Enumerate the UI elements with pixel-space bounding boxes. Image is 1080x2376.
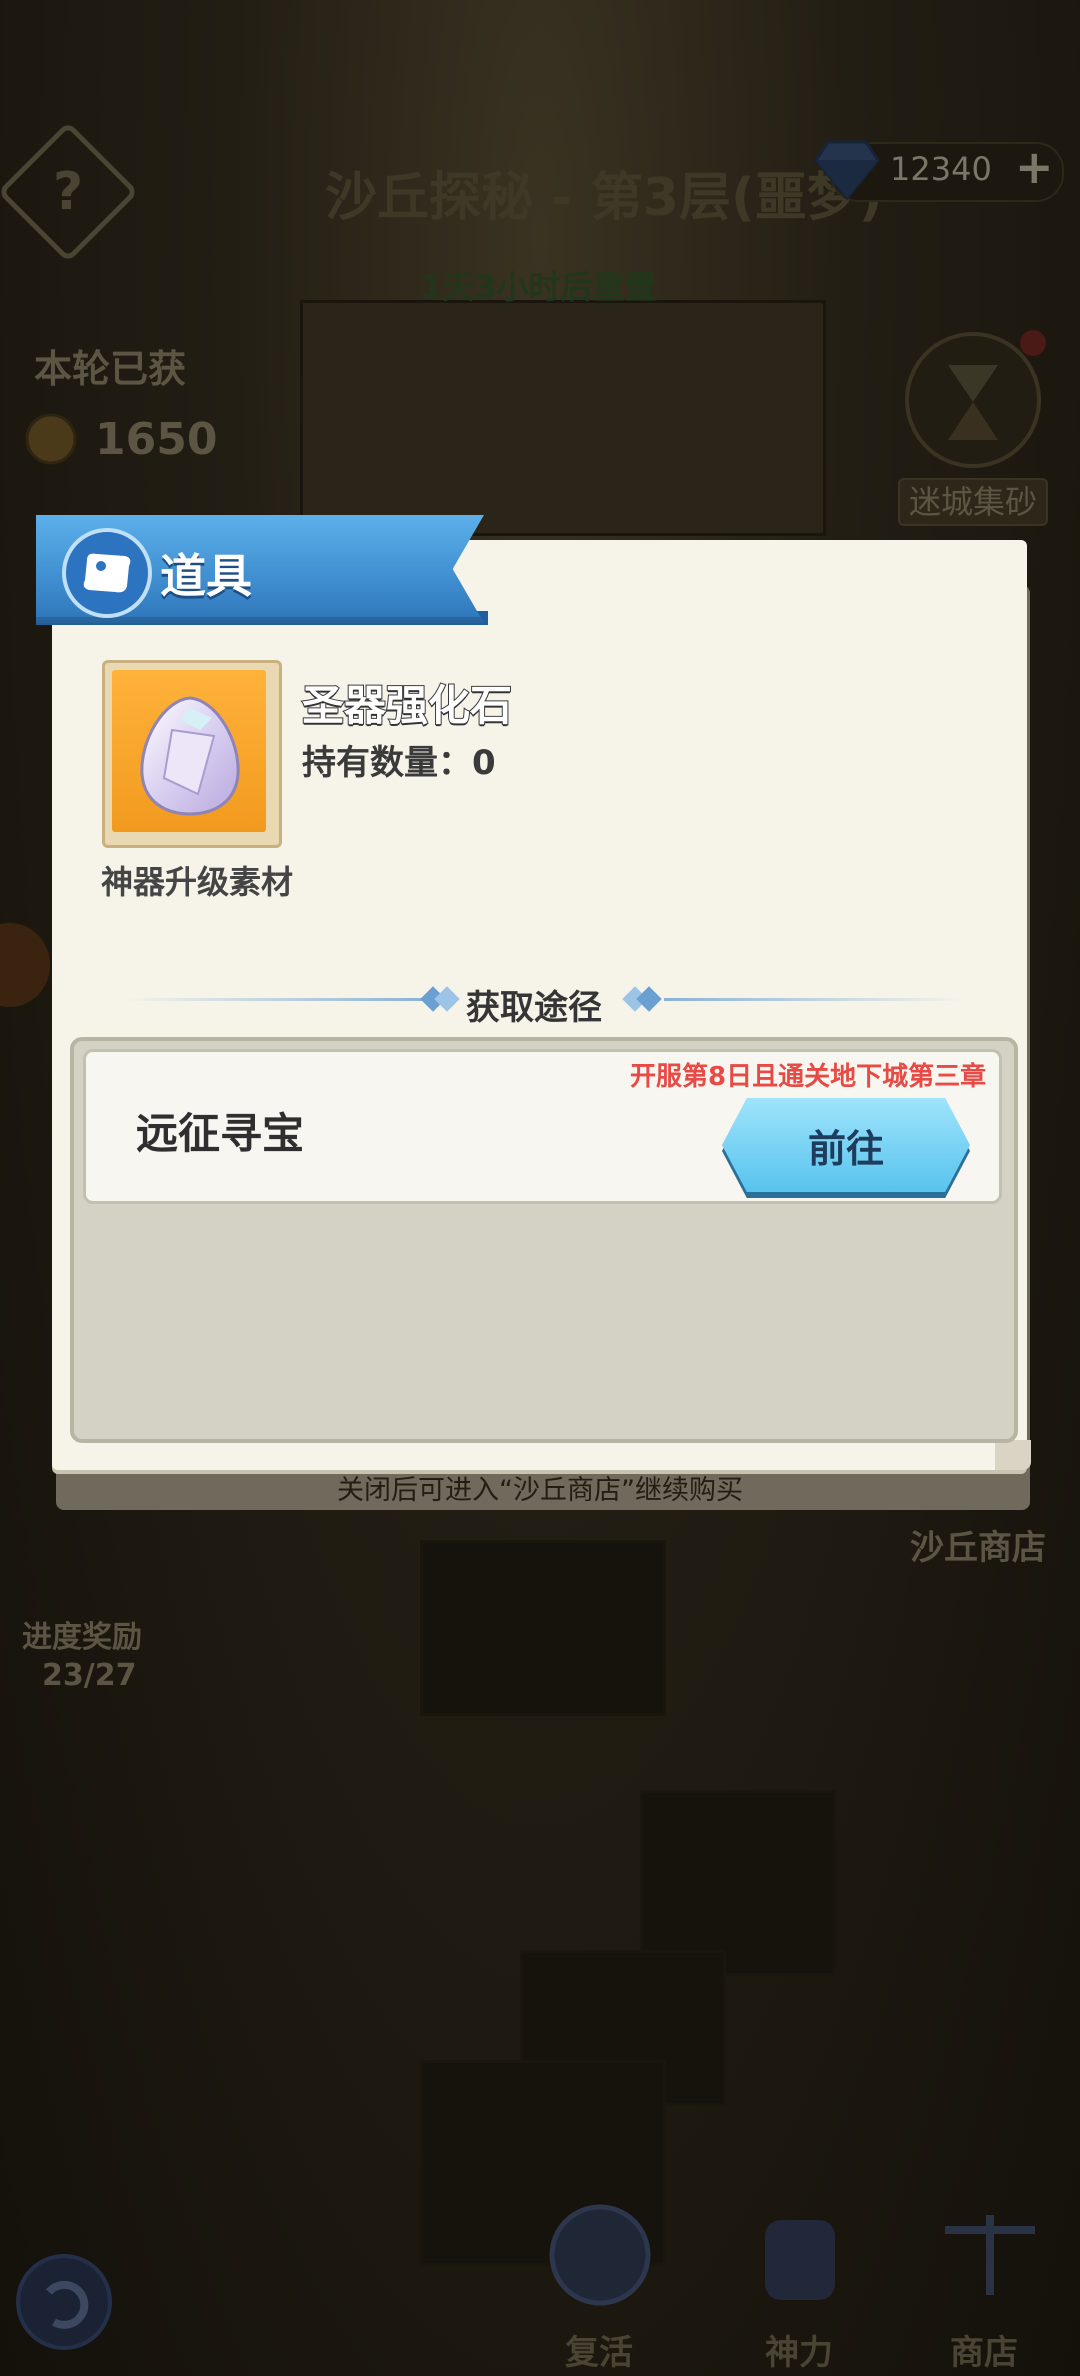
progress-value: 23/27	[42, 1658, 137, 1693]
stage-title: 沙丘探秘 - 第3层(噩梦)	[325, 168, 883, 228]
section-title: 获取途径	[466, 988, 602, 1028]
revive-icon[interactable]	[545, 2200, 655, 2310]
crystal-icon	[128, 690, 252, 820]
nav-revive[interactable]: 复活	[565, 2325, 633, 2374]
back-icon[interactable]	[14, 2252, 114, 2352]
source-condition: 开服第8日且通关地下城第三章	[630, 1062, 987, 1092]
progress-label[interactable]: 进度奖励	[22, 1612, 142, 1656]
go-button-label[interactable]: 前往	[722, 1098, 970, 1192]
source-name: 远征寻宝	[136, 1109, 305, 1158]
nav-power[interactable]: 神力	[765, 2325, 833, 2374]
red-dot-badge	[1020, 330, 1046, 356]
reset-timer: 1天3小时后重置	[420, 268, 657, 306]
item-description: 神器升级素材	[101, 863, 294, 901]
divider-right	[664, 998, 964, 1001]
shop-label[interactable]: 沙丘商店	[910, 1520, 1046, 1569]
pet-icon[interactable]	[0, 910, 60, 1020]
modal-curl	[995, 1440, 1031, 1470]
gem-count: 12340	[890, 150, 992, 188]
scales-icon[interactable]	[930, 2200, 1050, 2310]
scroll-icon	[62, 528, 152, 618]
close-hint: 关闭后可进入“沙丘商店”继续购买	[337, 1475, 743, 1506]
item-quantity: 持有数量：0	[302, 743, 496, 783]
gem-icon	[812, 136, 882, 202]
coin-icon	[24, 412, 78, 466]
help-icon: ?	[52, 161, 84, 222]
maze-collect-button[interactable]: 迷城集砂	[898, 478, 1048, 526]
round-value: 1650	[95, 414, 218, 465]
bg-structure	[300, 300, 826, 536]
fist-icon[interactable]	[750, 2200, 850, 2310]
round-label: 本轮已获	[34, 347, 187, 391]
bg-structure	[420, 1540, 666, 1716]
nav-shop[interactable]: 商店	[950, 2325, 1018, 2374]
add-gems-button[interactable]: +	[1015, 140, 1054, 194]
divider-left	[125, 998, 425, 1001]
modal-title: 道具	[160, 549, 252, 603]
bg-structure	[640, 1790, 836, 1976]
item-name: 圣器强化石	[301, 680, 513, 731]
